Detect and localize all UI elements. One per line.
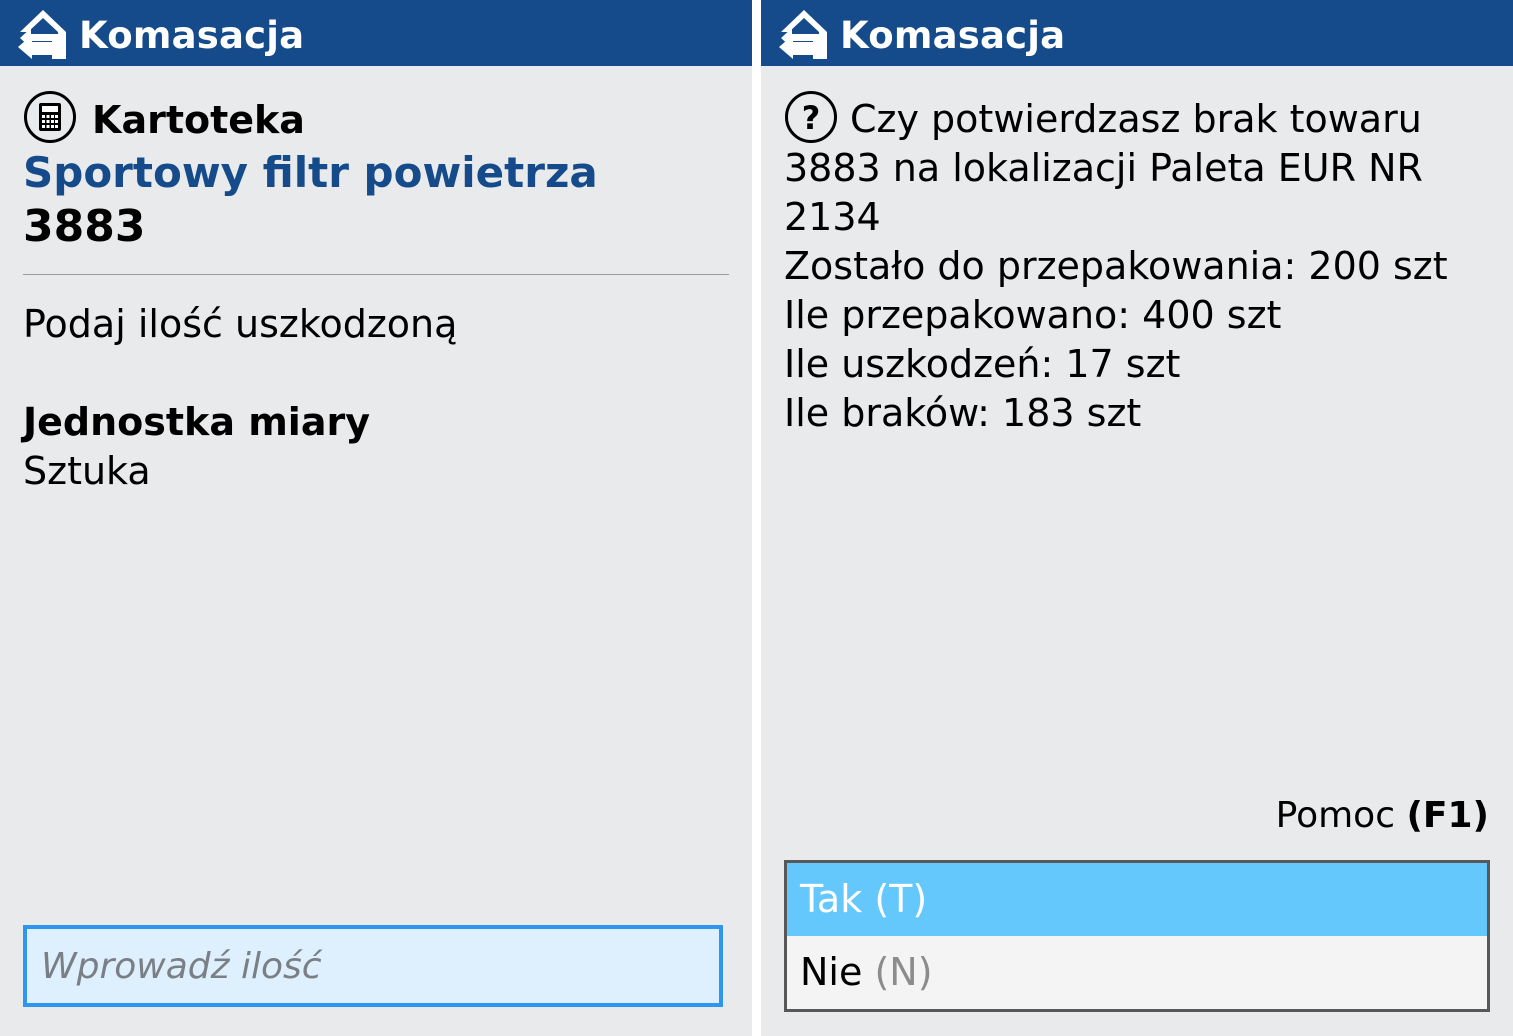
product-code: 3883 (23, 201, 146, 252)
help-label: Pomoc (1275, 795, 1395, 836)
message-line: Ile braków: 183 szt (784, 391, 1142, 435)
help-hint[interactable]: Pomoc (F1) (1276, 792, 1489, 840)
header-title: Komasacja (840, 14, 1066, 57)
option-list: Tak (T) Nie (N) (784, 860, 1490, 1012)
message-line: Zostało do przepakowania: 200 szt (784, 244, 1448, 288)
option-label: Tak (800, 877, 863, 921)
option-key: (T) (874, 877, 928, 921)
card-label: Kartoteka (92, 98, 305, 142)
left-screen: Komasacja Kartoteka Sportowy filtr powie… (0, 0, 752, 1036)
quantity-input[interactable] (23, 925, 723, 1007)
option-yes[interactable]: Tak (T) (787, 863, 1487, 936)
option-no[interactable]: Nie (N) (787, 936, 1487, 1009)
message-line: 3883 na lokalizacji Paleta EUR NR (784, 146, 1423, 190)
option-label: Nie (800, 950, 863, 994)
message-line: Ile przepakowano: 400 szt (784, 293, 1282, 337)
divider (23, 274, 729, 275)
svg-text:?: ? (802, 99, 821, 137)
unit-label: Jednostka miary (23, 400, 370, 444)
unit-value: Sztuka (23, 449, 151, 493)
help-key: (F1) (1406, 795, 1489, 836)
back-arrow-icon[interactable] (773, 7, 829, 61)
message-line: 2134 (784, 195, 881, 239)
message-line: Czy potwierdzasz brak towaru (850, 97, 1422, 141)
question-mark-icon: ? (785, 91, 837, 143)
back-arrow-icon[interactable] (12, 7, 68, 61)
product-name: Sportowy filtr powietrza (23, 148, 598, 197)
quantity-prompt: Podaj ilość uszkodzoną (23, 302, 458, 346)
message-line: Ile uszkodzeń: 17 szt (784, 342, 1181, 386)
calculator-icon (24, 91, 76, 143)
right-screen: Komasacja ? Czy potwierdzasz brak towaru… (761, 0, 1513, 1036)
header-title: Komasacja (79, 14, 305, 57)
option-key: (N) (874, 950, 933, 994)
app-header: Komasacja (761, 0, 1513, 66)
app-header: Komasacja (0, 0, 752, 66)
